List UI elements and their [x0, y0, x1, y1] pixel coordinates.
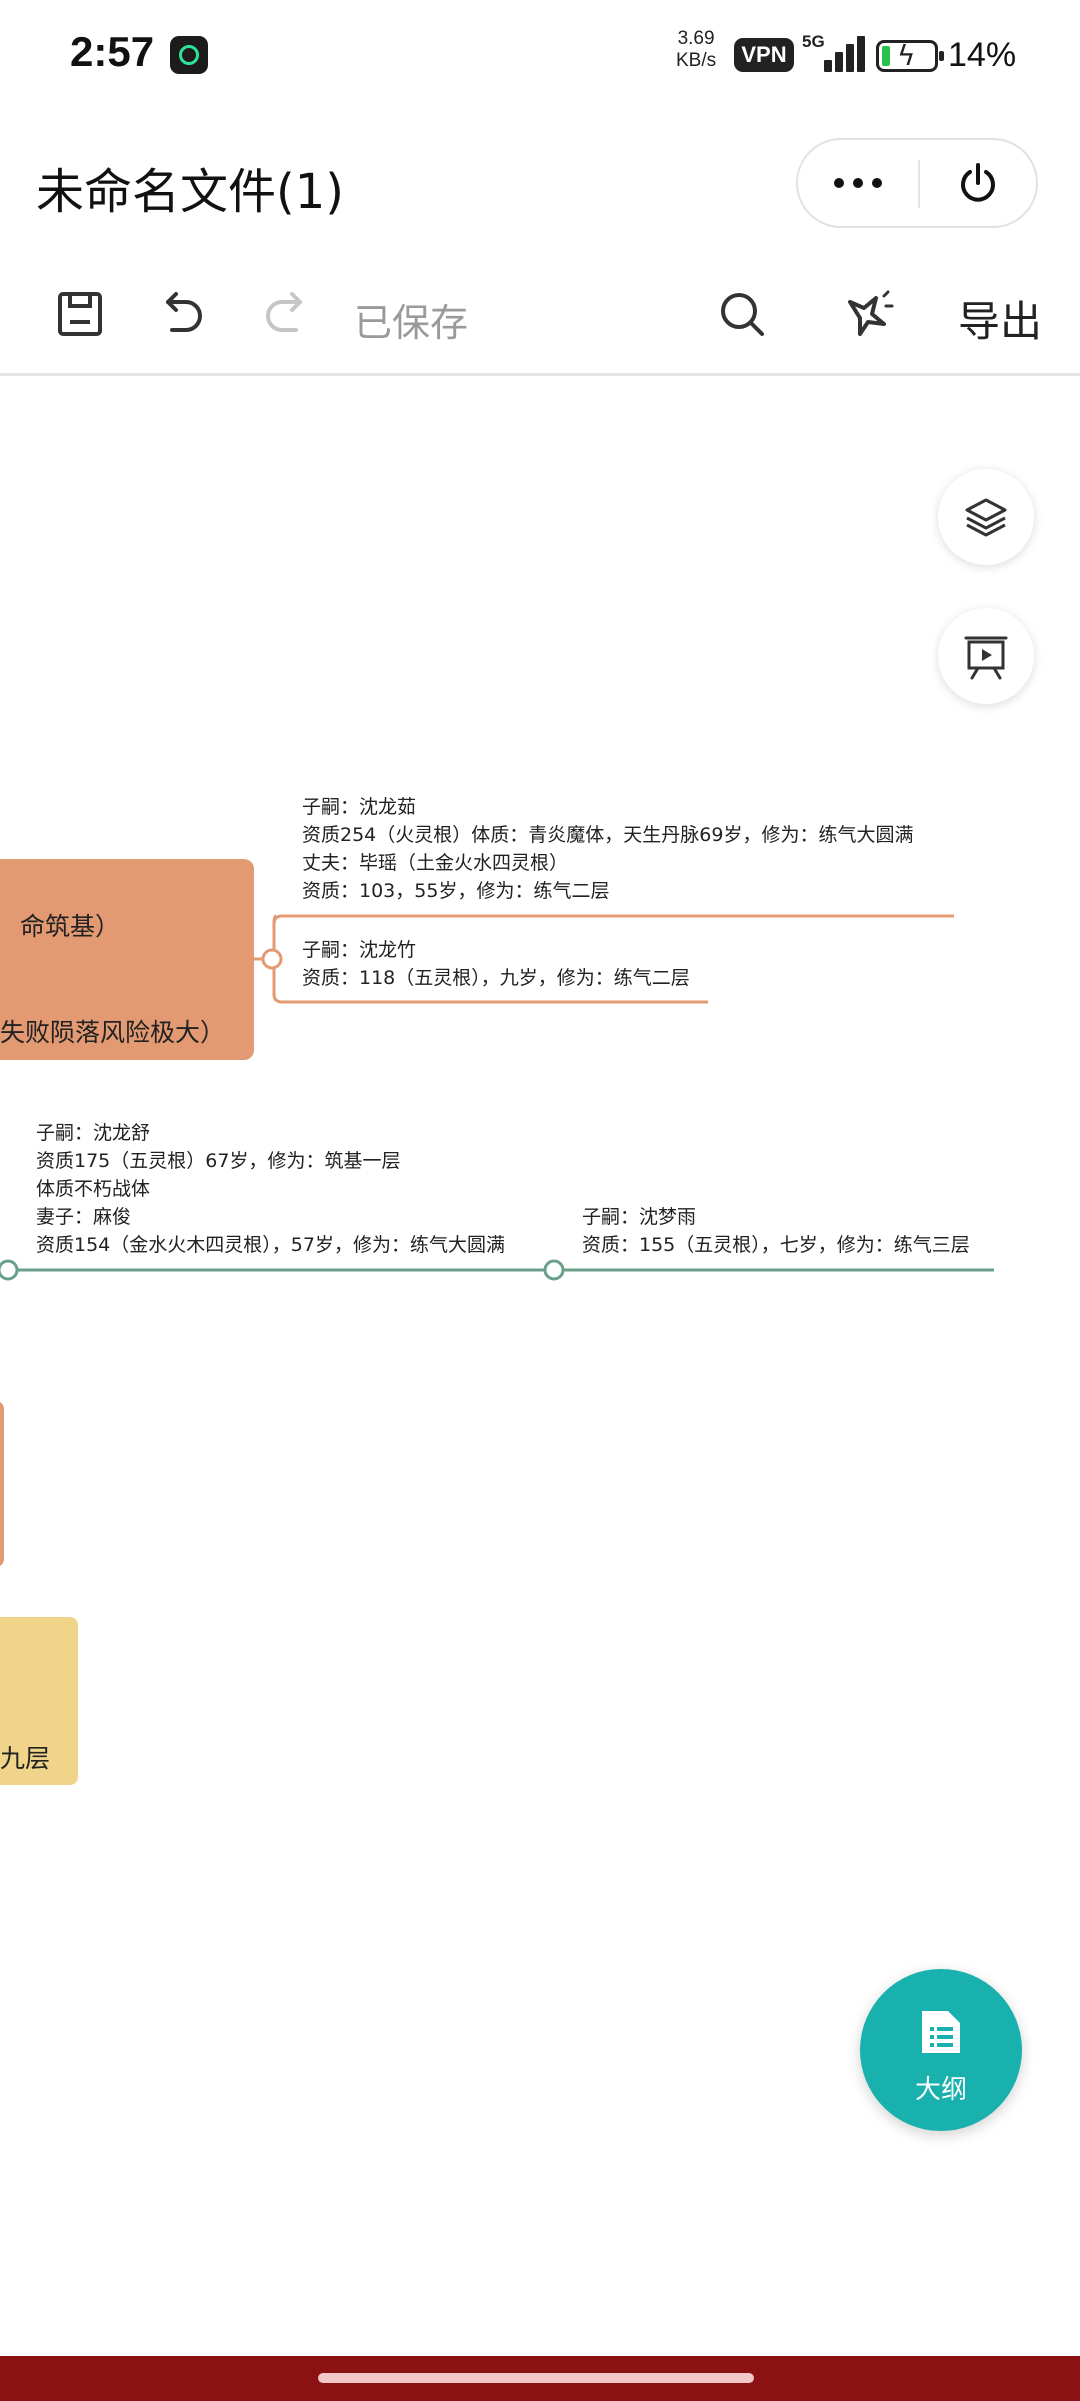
app-notification-icon [170, 36, 208, 74]
node-text-line: 资质：155（五灵根），七岁，修为：练气三层 [582, 1234, 970, 1256]
mindmap-canvas[interactable]: 命筑基） 失败陨落风险极大） 子嗣：沈龙茹 资质254（火灵根）体质：青炎魔体，… [0, 379, 1080, 2356]
outline-label: 大纲 [914, 2075, 967, 2105]
network-speed-unit: KB/s [676, 50, 717, 71]
power-icon[interactable] [920, 140, 1036, 226]
node-text-line: 子嗣：沈梦雨 [582, 1206, 697, 1228]
undo-icon[interactable] [150, 284, 210, 344]
node-text-line: 资质254（火灵根）体质：青炎魔体，天生丹脉69岁，修为：练气大圆满 [302, 824, 914, 846]
node-text-line: 资质175（五灵根）67岁，修为：筑基一层 [36, 1150, 401, 1172]
node-text-line: 体质不朽战体 [36, 1178, 151, 1200]
save-icon[interactable] [50, 284, 110, 344]
node-orange-line1: 命筑基） [20, 912, 121, 941]
node-text-line: 子嗣：沈龙舒 [36, 1122, 151, 1144]
node-yellow-text: 九层 [0, 1744, 51, 1773]
outline-button[interactable]: 大纲 [860, 1969, 1022, 2131]
status-bar: 2:57 3.69 KB/s VPN 5G ϟ 14% [0, 0, 1080, 110]
charging-bolt-icon: ϟ [897, 39, 916, 72]
battery-percent: 14% [948, 36, 1017, 74]
page-title: 未命名文件(1) [36, 164, 344, 220]
more-dots-icon[interactable] [798, 140, 918, 226]
mindmap-node-child-a[interactable]: 子嗣：沈龙茹 资质254（火灵根）体质：青炎魔体，天生丹脉69岁，修为：练气大圆… [302, 793, 913, 905]
battery-icon: ϟ [876, 39, 944, 72]
node-text-line: 子嗣：沈龙竹 [302, 939, 417, 961]
magic-style-icon[interactable] [838, 284, 898, 344]
saved-status: 已保存 [354, 301, 469, 345]
outline-doc-icon [922, 2011, 960, 2053]
vpn-badge: VPN [734, 38, 794, 72]
toolbar: 已保存 导出 [0, 258, 1080, 376]
export-button[interactable]: 导出 [958, 288, 1042, 349]
search-icon[interactable] [712, 284, 772, 344]
node-orange-line2: 失败陨落风险极大） [0, 1018, 226, 1047]
home-indicator[interactable] [318, 2373, 754, 2383]
network-type: 5G [802, 32, 825, 51]
system-nav-bar [0, 2356, 1080, 2401]
signal-icon: 5G [802, 32, 865, 76]
layers-icon[interactable] [938, 469, 1034, 565]
mindmap-node-orange-partial[interactable] [0, 1401, 4, 1567]
node-text-line: 妻子：麻俊 [36, 1206, 132, 1228]
mindmap-node-child-d[interactable]: 子嗣：沈梦雨 资质：155（五灵根），七岁，修为：练气三层 [582, 1203, 970, 1259]
redo-icon[interactable] [258, 284, 318, 344]
mindmap-node-child-c[interactable]: 子嗣：沈龙舒 资质175（五灵根）67岁，修为：筑基一层 体质不朽战体 妻子：麻… [36, 1119, 505, 1259]
node-text-line: 子嗣：沈龙茹 [302, 796, 417, 818]
node-text-line: 资质：118（五灵根），九岁，修为：练气二层 [302, 967, 690, 989]
battery-fill [882, 46, 890, 66]
mini-program-capsule [796, 138, 1038, 228]
network-speed-value: 3.69 [677, 28, 715, 49]
presentation-icon[interactable] [938, 608, 1034, 704]
mindmap-node-child-b[interactable]: 子嗣：沈龙竹 资质：118（五灵根），九岁，修为：练气二层 [302, 936, 690, 992]
status-time: 2:57 [70, 28, 155, 75]
network-speed: 3.69 KB/s [676, 28, 716, 72]
node-text-line: 丈夫：毕瑶（土金火水四灵根） [302, 852, 569, 874]
node-text-line: 资质154（金水火木四灵根），57岁，修为：练气大圆满 [36, 1234, 505, 1256]
node-text-line: 资质：103，55岁，修为：练气二层 [302, 880, 610, 902]
